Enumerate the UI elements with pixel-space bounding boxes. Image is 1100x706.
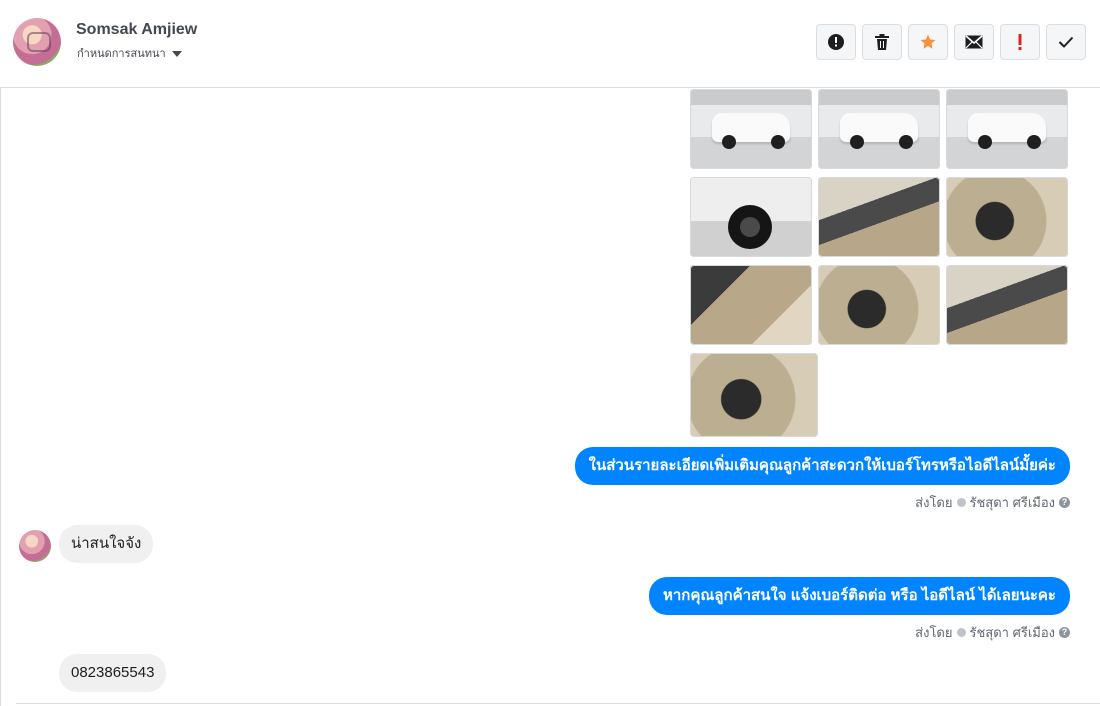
incoming-message[interactable]: น่าสนใจจัง [59,525,154,563]
outgoing-message[interactable]: หากคุณลูกค้าสนใจ แจ้งเบอร์ติดต่อ หรือ ไอ… [648,577,1070,615]
envelope-icon [965,35,983,49]
sender-status-icon [956,498,966,507]
assign-conversation-dropdown[interactable]: กำหนดการสนทนา [77,44,182,62]
photo-car-side-2[interactable] [946,89,1068,169]
pane-border [0,0,1,706]
star-icon [920,34,936,49]
mark-spam-button[interactable] [816,24,856,60]
sent-by-label: ส่งโดย [915,495,953,510]
delete-button[interactable] [862,24,902,60]
photo-car-seats[interactable] [946,265,1068,345]
mark-unread-button[interactable] [954,24,994,60]
incoming-message[interactable]: 0823865543 [59,654,167,692]
photo-car-gearshift[interactable] [690,265,812,345]
outgoing-message[interactable]: ในส่วนรายละเอียดเพิ่มเติมคุณลูกค้าสะดวกใ… [574,447,1070,485]
composer-divider [16,703,1100,704]
trash-icon [875,34,889,50]
photo-car-cabin[interactable] [690,353,818,437]
contact-name[interactable]: Somsak Amjiew [76,21,197,39]
caret-down-icon [171,51,182,57]
follow-up-button[interactable] [1000,24,1040,60]
exclamation-icon [1018,34,1022,50]
alert-circle-icon [828,34,844,50]
assign-label: กำหนดการสนทนา [77,48,166,60]
conversation-actions [816,24,1086,60]
conversation-header: Somsak Amjiew กำหนดการสนทนา [0,0,1100,88]
star-button[interactable] [908,24,948,60]
photo-car-side[interactable] [818,89,940,169]
sent-by-line: ส่งโดย รัชสุดา ศรีเมือง ? [915,622,1070,643]
sender-name[interactable]: รัชสุดา ศรีเมือง [970,492,1056,513]
mark-done-button[interactable] [1046,24,1086,60]
photo-car-dashboard[interactable] [946,177,1068,257]
help-icon[interactable]: ? [1059,497,1070,508]
contact-avatar-small[interactable] [19,530,51,562]
photo-car-door[interactable] [818,177,940,257]
photo-car-wheel[interactable] [690,177,812,257]
help-icon[interactable]: ? [1059,627,1070,638]
sender-status-icon [956,628,966,637]
sent-by-line: ส่งโดย รัชสุดา ศรีเมือง ? [915,492,1070,513]
photo-car-front[interactable] [690,89,812,169]
checkmark-icon [1058,36,1074,48]
sent-by-label: ส่งโดย [915,625,953,640]
contact-avatar[interactable] [13,18,61,66]
sender-name[interactable]: รัชสุดา ศรีเมือง [970,622,1056,643]
photo-car-steering[interactable] [818,265,940,345]
